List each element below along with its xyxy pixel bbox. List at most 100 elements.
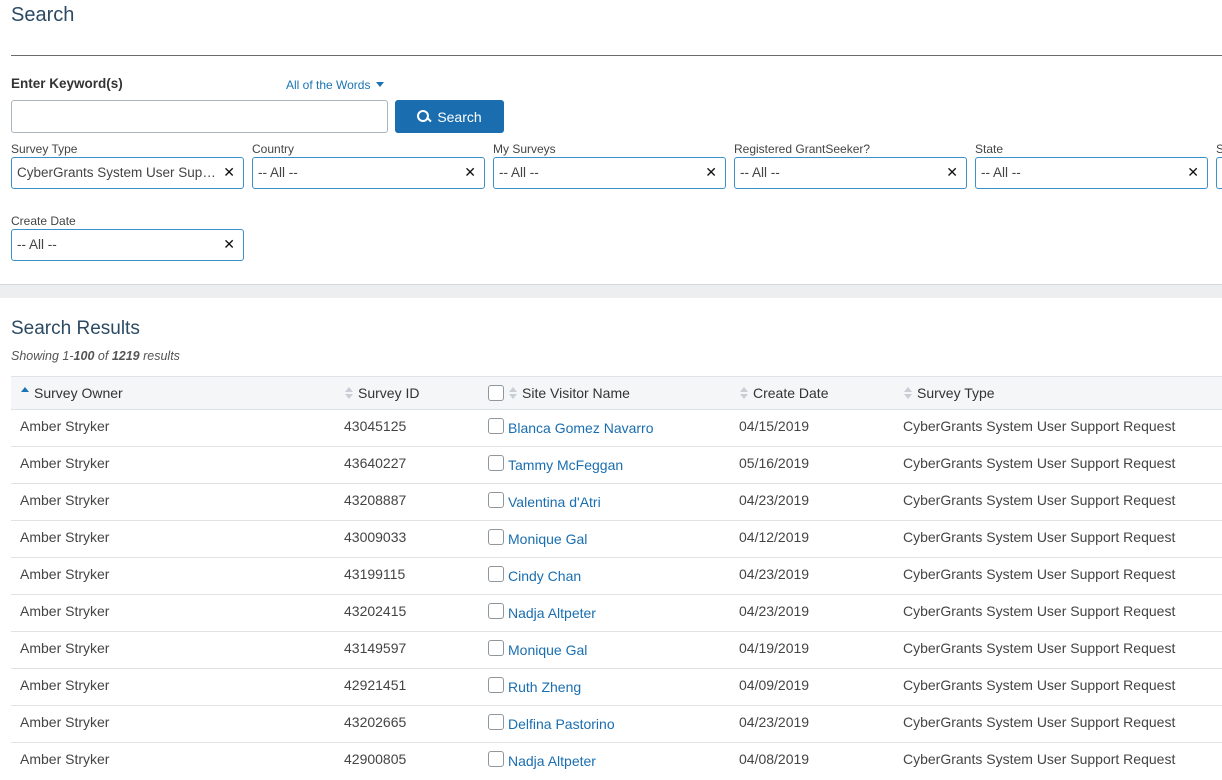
site-visitor-link[interactable]: Ruth Zheng <box>508 679 581 695</box>
cell-survey-type: CyberGrants System User Support Request <box>903 677 1176 693</box>
cell-survey-id: 43149597 <box>344 640 407 656</box>
table-row: Amber Stryker 43202665 Delfina Pastorino… <box>11 706 1222 743</box>
sort-icon <box>739 387 749 399</box>
cell-survey-id: 43202665 <box>344 714 407 730</box>
cell-survey-type: CyberGrants System User Support Request <box>903 492 1176 508</box>
cell-survey-owner: Amber Stryker <box>20 529 110 545</box>
column-header-create-date[interactable]: Create Date <box>739 385 828 401</box>
site-visitor-link[interactable]: Nadja Altpeter <box>508 753 596 769</box>
cell-survey-type: CyberGrants System User Support Request <box>903 455 1176 471</box>
row-checkbox[interactable] <box>488 640 504 656</box>
site-visitor-link[interactable]: Delfina Pastorino <box>508 716 615 732</box>
row-checkbox[interactable] <box>488 566 504 582</box>
cell-survey-id: 43640227 <box>344 455 407 471</box>
cell-survey-type: CyberGrants System User Support Request <box>903 603 1176 619</box>
cell-site-visitor: Nadja Altpeter <box>488 603 596 621</box>
close-icon[interactable]: ✕ <box>223 236 235 253</box>
row-checkbox[interactable] <box>488 529 504 545</box>
search-icon <box>417 110 430 123</box>
keyword-label: Enter Keyword(s) <box>11 76 123 91</box>
filter-registered-grantseeker[interactable]: -- All -- ✕ <box>734 157 967 189</box>
row-checkbox[interactable] <box>488 418 504 434</box>
site-visitor-link[interactable]: Tammy McFeggan <box>508 457 623 473</box>
select-all-checkbox[interactable] <box>488 385 504 401</box>
cell-survey-type: CyberGrants System User Support Request <box>903 714 1176 730</box>
close-icon[interactable]: ✕ <box>705 164 717 181</box>
site-visitor-link[interactable]: Cindy Chan <box>508 568 581 584</box>
filter-create-date[interactable]: -- All -- ✕ <box>11 229 244 261</box>
cell-site-visitor: Tammy McFeggan <box>488 455 623 473</box>
close-icon[interactable]: ✕ <box>223 164 235 181</box>
caret-down-icon <box>376 82 385 87</box>
table-row: Amber Stryker 43640227 Tammy McFeggan 05… <box>11 447 1222 484</box>
row-checkbox[interactable] <box>488 751 504 767</box>
filter-survey-type[interactable]: CyberGrants System User Support Request … <box>11 157 244 189</box>
close-icon[interactable]: ✕ <box>946 164 958 181</box>
results-title: Search Results <box>11 318 140 339</box>
filter-label-partial: S <box>1216 142 1222 156</box>
filter-my-surveys[interactable]: -- All -- ✕ <box>493 157 726 189</box>
sort-asc-icon <box>20 387 30 399</box>
cell-survey-owner: Amber Stryker <box>20 603 110 619</box>
row-checkbox[interactable] <box>488 492 504 508</box>
site-visitor-link[interactable]: Nadja Altpeter <box>508 605 596 621</box>
row-checkbox[interactable] <box>488 455 504 471</box>
filter-value: -- All -- <box>17 237 57 252</box>
site-visitor-link[interactable]: Monique Gal <box>508 531 587 547</box>
results-count: Showing 1-100 of 1219 results <box>11 349 180 363</box>
cell-create-date: 04/15/2019 <box>739 418 810 434</box>
keyword-mode-dropdown[interactable]: All of the Words <box>286 78 385 92</box>
cell-create-date: 05/16/2019 <box>739 455 810 471</box>
cell-site-visitor: Valentina d'Atri <box>488 492 601 510</box>
site-visitor-link[interactable]: Monique Gal <box>508 642 587 658</box>
keyword-mode-label: All of the Words <box>286 78 371 92</box>
filter-label-registered-grantseeker: Registered GrantSeeker? <box>734 142 871 156</box>
cell-survey-id: 43208887 <box>344 492 407 508</box>
filter-label-country: Country <box>252 142 295 156</box>
filter-value: -- All -- <box>499 165 539 180</box>
column-header-survey-id[interactable]: Survey ID <box>344 385 419 401</box>
table-row: Amber Stryker 43009033 Monique Gal 04/12… <box>11 521 1222 558</box>
results-table-header: Survey Owner Survey ID Site Visitor Name… <box>11 376 1222 410</box>
cell-site-visitor: Monique Gal <box>488 529 587 547</box>
close-icon[interactable]: ✕ <box>464 164 476 181</box>
search-button-label: Search <box>437 108 482 125</box>
cell-create-date: 04/23/2019 <box>739 492 810 508</box>
sort-icon <box>344 387 354 399</box>
cell-survey-type: CyberGrants System User Support Request <box>903 640 1176 656</box>
filter-label-my-surveys: My Surveys <box>493 142 556 156</box>
cell-site-visitor: Nadja Altpeter <box>488 751 596 769</box>
cell-survey-owner: Amber Stryker <box>20 714 110 730</box>
search-button[interactable]: Search <box>395 100 504 133</box>
table-row: Amber Stryker 43202415 Nadja Altpeter 04… <box>11 595 1222 632</box>
title-divider <box>11 55 1222 56</box>
filter-partial[interactable] <box>1216 157 1222 189</box>
page-title: Search <box>11 4 75 26</box>
site-visitor-link[interactable]: Valentina d'Atri <box>508 494 601 510</box>
table-row: Amber Stryker 43208887 Valentina d'Atri … <box>11 484 1222 521</box>
site-visitor-link[interactable]: Blanca Gomez Navarro <box>508 420 654 436</box>
table-row: Amber Stryker 43199115 Cindy Chan 04/23/… <box>11 558 1222 595</box>
cell-survey-owner: Amber Stryker <box>20 566 110 582</box>
column-header-site-visitor-name[interactable]: Site Visitor Name <box>488 385 630 401</box>
filter-country[interactable]: -- All -- ✕ <box>252 157 485 189</box>
cell-survey-id: 43202415 <box>344 603 407 619</box>
filter-label-state: State <box>975 142 1004 156</box>
cell-create-date: 04/23/2019 <box>739 566 810 582</box>
row-checkbox[interactable] <box>488 714 504 730</box>
cell-survey-type: CyberGrants System User Support Request <box>903 751 1176 767</box>
table-row: Amber Stryker 42900805 Nadja Altpeter 04… <box>11 743 1222 780</box>
section-divider <box>0 284 1222 298</box>
cell-survey-type: CyberGrants System User Support Request <box>903 418 1176 434</box>
close-icon[interactable]: ✕ <box>1187 164 1199 181</box>
cell-survey-id: 42921451 <box>344 677 407 693</box>
keyword-input[interactable] <box>11 100 388 133</box>
column-header-survey-type[interactable]: Survey Type <box>903 385 995 401</box>
column-header-survey-owner[interactable]: Survey Owner <box>20 385 123 401</box>
cell-survey-id: 42900805 <box>344 751 407 767</box>
cell-site-visitor: Cindy Chan <box>488 566 581 584</box>
filter-state[interactable]: -- All -- ✕ <box>975 157 1208 189</box>
cell-survey-owner: Amber Stryker <box>20 418 110 434</box>
row-checkbox[interactable] <box>488 603 504 619</box>
row-checkbox[interactable] <box>488 677 504 693</box>
